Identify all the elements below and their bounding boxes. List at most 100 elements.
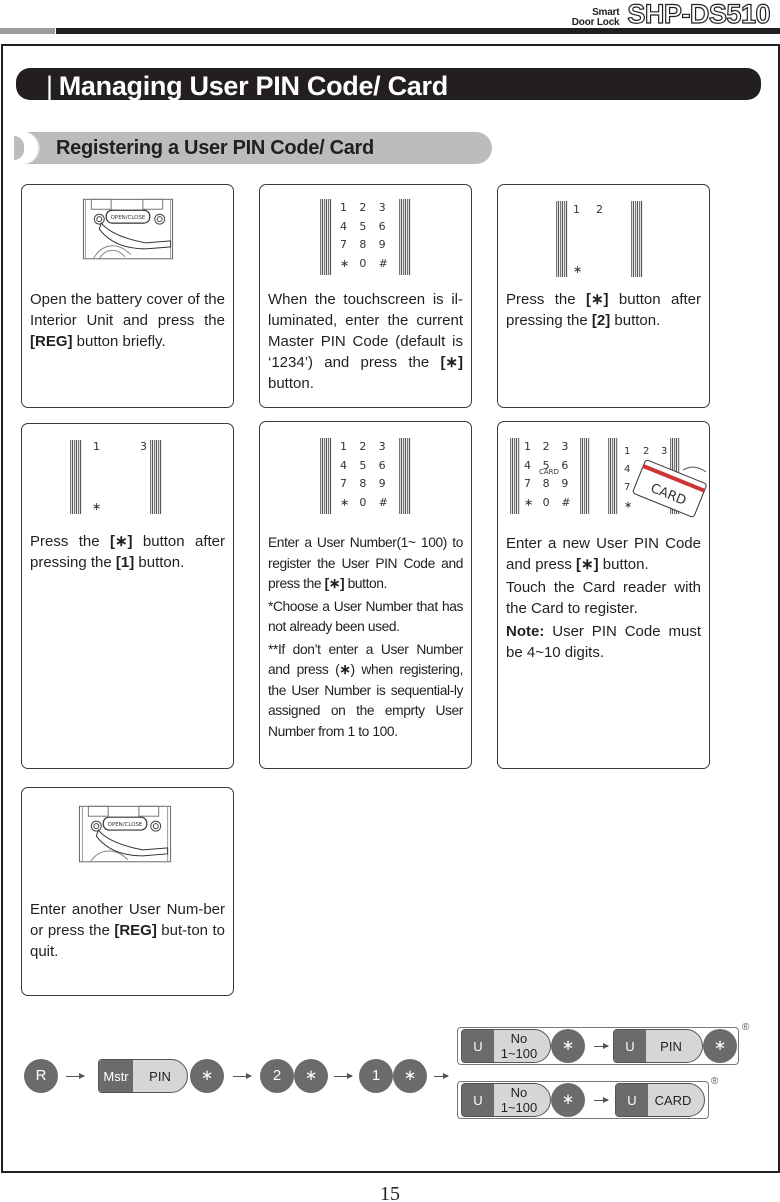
user-number-entry: U No 1~100 <box>461 1083 551 1117</box>
keypad-illustration: 1 2 3 4 5 6 7 8 9 ∗ 0 # <box>260 185 471 285</box>
keypad-key: 3 <box>378 201 386 214</box>
step-paragraph: **If don’t enter a User Number and press… <box>268 640 463 743</box>
step-card-7: OPEN/CLOSE Enter another User Num-ber or… <box>21 787 234 996</box>
user-card-entry: U CARD <box>615 1083 705 1117</box>
keypad-key: 8 <box>359 477 367 490</box>
flow-arrow <box>594 1043 609 1049</box>
keypad-key: 9 <box>561 477 569 490</box>
body-text: button briefly. <box>72 333 166 350</box>
master-label: Mstr <box>99 1060 133 1092</box>
user-label: U <box>614 1030 646 1062</box>
step-paragraph: Enter a User Number(1~ 100) to register … <box>268 533 463 595</box>
step-card-2: 1 2 3 4 5 6 7 8 9 ∗ 0 # When the touchscreen is il-… <box>259 184 472 408</box>
keypad-key: 8 <box>542 477 550 490</box>
step-paragraph: Enter a new User PIN Code and press [∗] … <box>506 533 701 575</box>
key-1: 1 <box>573 203 580 216</box>
key-star: ∗ <box>92 500 102 513</box>
body-text: button. <box>344 576 388 591</box>
keypad-card-illustration: 1 2 3 4 5 6 7 8 9 ∗ 0 # CARD 1 2 3 4 7 ∗ CARD <box>498 422 709 522</box>
keypad-key: 6 <box>378 458 386 472</box>
star-key: ∗ <box>294 1059 328 1093</box>
keypad-card-sublabel: CARD <box>539 468 559 476</box>
emphasis-text: [∗] <box>576 556 599 573</box>
step-card-3: 1 2 ∗ Press the [∗] button after pressin… <box>497 184 710 408</box>
flow-arrow <box>66 1073 85 1079</box>
key-1: 1 <box>359 1059 393 1093</box>
step-card-1: OPEN/CLOSE Open the battery cover of the… <box>21 184 234 408</box>
keypad-key: 2 <box>359 440 367 453</box>
keypad-key: 3 <box>378 440 386 453</box>
master-pin-entry: Mstr PIN <box>98 1059 188 1093</box>
keypad-grid: 1 2 3 4 5 6 7 8 9 ∗ 0 # <box>338 440 396 514</box>
user-pin-entry: U PIN <box>613 1029 703 1063</box>
product-line2: Door Lock <box>571 17 620 28</box>
star-key: ∗ <box>703 1029 737 1063</box>
user-label: U <box>616 1084 648 1116</box>
keypad-key: 2 <box>359 201 367 214</box>
keypad-key: 9 <box>378 238 386 251</box>
emphasis-text: [∗] <box>324 576 345 591</box>
step-text: Enter a User Number(1~ 100) to register … <box>268 533 463 744</box>
subsection-title-text: Registering a User PIN Code/ Card <box>56 137 374 159</box>
reg-button-illustration: OPEN/CLOSE <box>82 198 174 260</box>
keypad-key: 7 <box>340 477 347 490</box>
open-close-label: OPEN/CLOSE <box>111 215 146 221</box>
header-brand: Smart Door Lock SHP-DS510 <box>572 0 771 29</box>
keypad-key: # <box>378 495 388 509</box>
star-key: ∗ <box>190 1059 224 1093</box>
keypad-key: 6 <box>561 458 569 472</box>
page-number: 15 <box>380 1183 400 1202</box>
keypad-key: 5 <box>359 458 367 472</box>
keypad-key: 1 <box>340 440 347 453</box>
step-text: When the touchscreen is il-luminated, en… <box>268 289 463 394</box>
subsection-title: Registering a User PIN Code/ Card <box>14 132 492 164</box>
keypad-key: # <box>561 495 571 509</box>
body-text: button. <box>268 375 314 392</box>
keypad-illustration: 1 2 3 4 5 6 7 8 9 ∗ 0 # <box>260 422 471 522</box>
emphasis-text: [∗] <box>109 533 133 550</box>
step-card-4: 1 3 ∗ Press the [∗] button after pressin… <box>21 423 234 769</box>
master-value: PIN <box>149 1068 171 1084</box>
keypad-illustration: 1 3 ∗ <box>22 424 233 524</box>
keypad-key: 4 <box>340 458 347 472</box>
keypad-grid: 1 2 3 4 5 6 7 8 9 ∗ 0 # <box>338 201 396 275</box>
emphasis-text: ∗ <box>339 662 351 677</box>
body-text: Open the battery cover of the Interior U… <box>30 291 225 329</box>
section-title-text: Managing User PIN Code/ Card <box>58 71 448 100</box>
keypad-key: 0 <box>359 256 367 270</box>
model-name: SHP-DS510 <box>627 0 771 29</box>
step-text: Enter a new User PIN Code and press [∗] … <box>506 533 701 665</box>
subsection-cap <box>14 132 40 164</box>
keypad-key: 0 <box>359 495 367 509</box>
body-text: Press the <box>506 291 586 308</box>
keypad-key: 8 <box>359 238 367 251</box>
step-text: Press the [∗] button after pressing the … <box>30 531 225 573</box>
keypad-key: ∗ <box>524 495 534 509</box>
emphasis-text: [∗] <box>585 291 609 308</box>
keypad-key: 5 <box>359 219 367 233</box>
keypad-key: 1 <box>340 201 347 214</box>
step-text: Press the [∗] button after pressing the … <box>506 289 701 331</box>
step-card-6: 1 2 3 4 5 6 7 8 9 ∗ 0 # CARD 1 2 3 4 7 ∗ CARD Enter… <box>497 421 710 769</box>
header-rule <box>56 28 780 34</box>
title-pipe: | <box>46 71 53 100</box>
body-text: button. <box>598 556 649 573</box>
step-text: Enter another User Num-ber or press the … <box>30 899 225 962</box>
keypad-key: 3 <box>561 440 569 453</box>
product-type: Smart Door Lock <box>572 8 620 28</box>
flow-arrow <box>434 1073 449 1079</box>
reg-mark: ® <box>711 1076 719 1087</box>
keypad-key: 7 <box>524 477 531 490</box>
flow-arrow <box>334 1073 353 1079</box>
star-key: ∗ <box>393 1059 427 1093</box>
reg-mark: ® <box>742 1022 750 1033</box>
keypad-key: # <box>378 256 388 270</box>
key-2: 2 <box>260 1059 294 1093</box>
keypad-key: 7 <box>340 238 347 251</box>
flow-arrow <box>233 1073 252 1079</box>
header-rule-accent <box>0 28 55 34</box>
keypad-key: 6 <box>378 219 386 233</box>
reg-key: R <box>24 1059 58 1093</box>
emphasis-text: [2] <box>591 312 611 329</box>
user-number-value: No 1~100 <box>500 1085 538 1115</box>
